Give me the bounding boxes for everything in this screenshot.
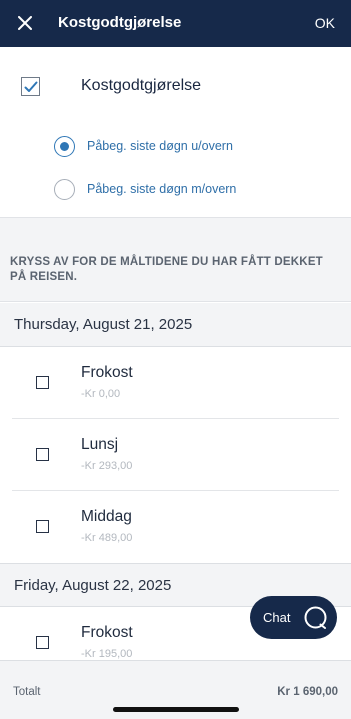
- meal-checkbox[interactable]: [36, 636, 49, 649]
- chat-button[interactable]: Chat: [250, 596, 337, 639]
- meal-name: Frokost: [81, 364, 133, 381]
- chat-label: Chat: [263, 610, 291, 625]
- top-bar: Kostgodtgjørelse OK: [0, 0, 351, 47]
- date-text: Friday, August 22, 2025: [14, 577, 172, 594]
- instruction-section: KRYSS AV FOR DE MÅLTIDENE DU HAR FÅTT DE…: [0, 217, 351, 302]
- meal-price: -Kr 293,00: [81, 460, 133, 472]
- close-icon: [18, 16, 32, 30]
- meal-row: Frokost -Kr 0,00: [0, 347, 351, 419]
- kostgodtgjorelse-label: Kostgodtgjørelse: [81, 77, 202, 94]
- chat-bubble-icon: [304, 606, 327, 629]
- close-button[interactable]: [12, 10, 38, 36]
- meal-price: -Kr 195,00: [81, 648, 133, 660]
- radio-button-selected[interactable]: [54, 136, 75, 157]
- total-label: Totalt: [13, 686, 41, 698]
- meal-name: Frokost: [81, 624, 133, 641]
- kostgodtgjorelse-option[interactable]: Kostgodtgjørelse: [0, 60, 351, 114]
- checkmark-icon: [24, 81, 37, 92]
- radio-label: Påbeg. siste døgn m/overn: [87, 182, 237, 196]
- kostgodtgjorelse-checkbox[interactable]: [21, 77, 40, 96]
- instruction-text: KRYSS AV FOR DE MÅLTIDENE DU HAR FÅTT DE…: [10, 256, 323, 283]
- page-title: Kostgodtgjørelse: [58, 14, 182, 31]
- meal-row: Lunsj -Kr 293,00: [0, 419, 351, 491]
- radio-option-u-overn[interactable]: Påbeg. siste døgn u/overn: [0, 129, 351, 165]
- meal-checkbox[interactable]: [36, 376, 49, 389]
- meal-price: -Kr 0,00: [81, 388, 121, 400]
- meal-row: Middag -Kr 489,00: [0, 491, 351, 563]
- meal-name: Middag: [81, 508, 132, 525]
- meal-price: -Kr 489,00: [81, 532, 133, 544]
- meal-name: Lunsj: [81, 436, 119, 453]
- total-amount: Kr 1 690,00: [277, 686, 338, 698]
- ok-button[interactable]: OK: [315, 15, 335, 31]
- radio-label: Påbeg. siste døgn u/overn: [87, 139, 233, 153]
- radio-option-m-overn[interactable]: Påbeg. siste døgn m/overn: [0, 172, 351, 208]
- meal-checkbox[interactable]: [36, 448, 49, 461]
- home-indicator: [113, 707, 239, 712]
- date-header: Thursday, August 21, 2025: [0, 303, 351, 347]
- date-text: Thursday, August 21, 2025: [14, 316, 193, 333]
- radio-button[interactable]: [54, 179, 75, 200]
- meal-checkbox[interactable]: [36, 520, 49, 533]
